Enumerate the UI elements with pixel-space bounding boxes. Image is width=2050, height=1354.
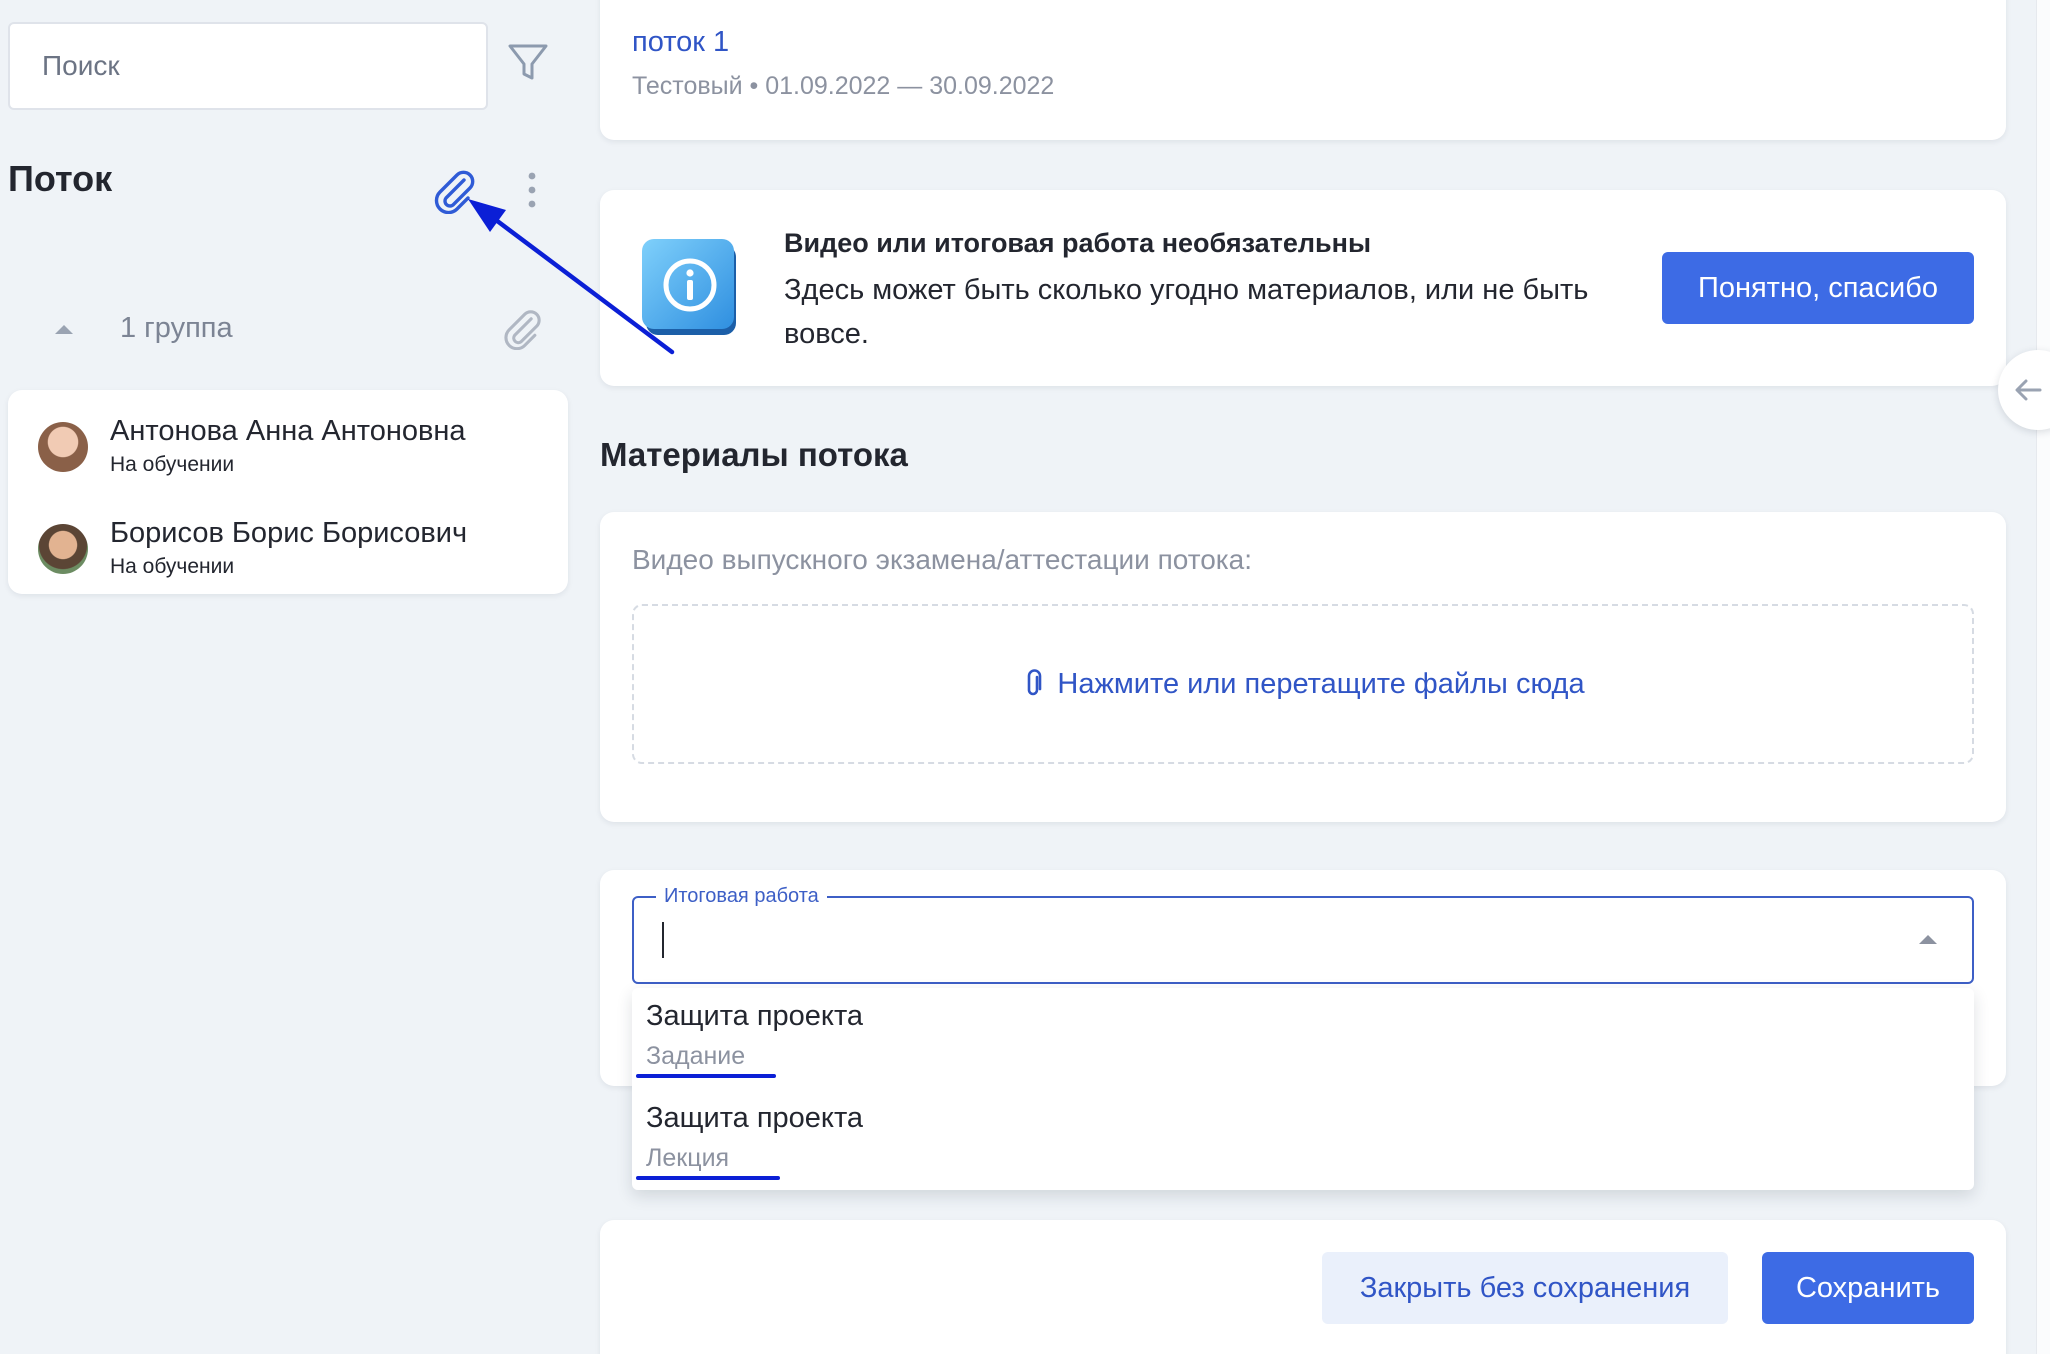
student-status: На обучении <box>110 453 235 476</box>
stream-name-link[interactable]: поток 1 <box>632 26 729 59</box>
close-without-saving-button[interactable]: Закрыть без сохранения <box>1322 1252 1728 1324</box>
annotation-underline <box>636 1074 776 1078</box>
sidebar-title: Поток <box>8 158 113 199</box>
search-input[interactable]: Поиск <box>8 22 488 110</box>
right-edge-panel <box>2036 0 2050 1354</box>
student-status: На обучении <box>110 555 235 578</box>
section-title: Материалы потока <box>600 436 908 473</box>
group-paperclip-icon[interactable] <box>500 306 544 350</box>
student-name: Антонова Анна Антоновна <box>110 415 466 447</box>
avatar <box>38 524 88 574</box>
student-list: Антонова Анна Антоновна На обучении Бори… <box>8 390 568 594</box>
more-vertical-icon[interactable] <box>520 170 544 210</box>
info-title: Видео или итоговая работа необязательны <box>784 228 1372 258</box>
info-icon <box>642 239 736 335</box>
dropdown-option[interactable]: Защита проекта Лекция <box>632 1092 1974 1190</box>
acknowledge-button[interactable]: Понятно, спасибо <box>1662 252 1974 324</box>
option-type: Лекция <box>646 1144 730 1172</box>
paperclip-icon[interactable] <box>430 166 478 214</box>
final-work-select[interactable] <box>632 896 1974 984</box>
stream-meta: Тестовый • 01.09.2022 — 30.09.2022 <box>632 72 1055 100</box>
info-text: Здесь может быть сколько угодно материал… <box>784 274 1589 350</box>
chevron-up-icon[interactable] <box>50 318 78 340</box>
option-type: Задание <box>646 1042 746 1070</box>
group-label[interactable]: 1 группа <box>120 312 233 345</box>
student-name: Борисов Борис Борисович <box>110 517 468 549</box>
list-item[interactable]: Антонова Анна Антоновна На обучении <box>38 412 466 480</box>
list-item[interactable]: Борисов Борис Борисович На обучении <box>38 514 467 582</box>
option-title: Защита проекта <box>646 1102 864 1134</box>
file-dropzone[interactable]: Нажмите или перетащите файлы сюда <box>632 604 1974 764</box>
dropdown-option[interactable]: Защита проекта Задание <box>632 988 1974 1088</box>
dropdown-menu: Защита проекта Задание Защита проекта Ле… <box>632 988 1974 1190</box>
chevron-up-icon[interactable] <box>1916 932 1940 946</box>
search-placeholder: Поиск <box>42 50 120 81</box>
save-button[interactable]: Сохранить <box>1762 1252 1974 1324</box>
dropzone-text: Нажмите или перетащите файлы сюда <box>1057 667 1585 700</box>
arrow-left-icon <box>2015 379 2042 401</box>
stream-header-card <box>600 0 2006 140</box>
final-work-label: Итоговая работа <box>656 884 827 908</box>
text-cursor <box>662 922 664 958</box>
avatar <box>38 422 88 472</box>
paperclip-icon <box>1028 669 1042 696</box>
annotation-underline <box>636 1176 780 1180</box>
video-label: Видео выпускного экзамена/аттестации пот… <box>632 544 1253 575</box>
option-title: Защита проекта <box>646 1000 864 1032</box>
filter-icon[interactable] <box>504 38 552 86</box>
